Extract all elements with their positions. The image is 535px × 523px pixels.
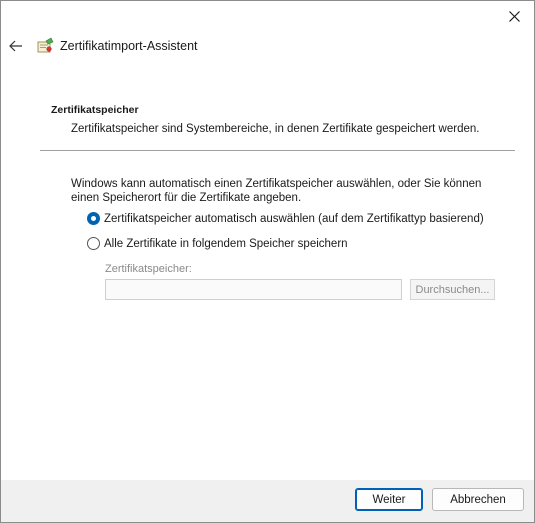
close-button[interactable]	[494, 1, 534, 31]
radio-manual-store-indicator[interactable]	[87, 237, 100, 250]
back-arrow-icon	[9, 40, 22, 52]
header-divider	[40, 150, 515, 151]
cancel-button[interactable]: Abbrechen	[432, 488, 524, 511]
radio-auto-store-indicator[interactable]	[87, 212, 100, 225]
window-title: Zertifikatimport-Assistent	[60, 39, 198, 53]
next-button[interactable]: Weiter	[355, 488, 423, 511]
back-button[interactable]	[6, 37, 26, 55]
radio-manual-store[interactable]: Alle Zertifikate in folgendem Speicher s…	[87, 237, 348, 250]
wizard-window: Zertifikatimport-Assistent Zertifikatspe…	[0, 0, 535, 523]
intro-text: Windows kann automatisch einen Zertifika…	[71, 178, 482, 204]
section-description: Zertifikatspeicher sind Systembereiche, …	[71, 123, 480, 135]
wizard-footer: Weiter Abbrechen	[1, 480, 534, 522]
wizard-header: Zertifikatimport-Assistent	[1, 31, 534, 63]
radio-manual-store-label: Alle Zertifikate in folgendem Speicher s…	[104, 237, 348, 250]
browse-button: Durchsuchen...	[410, 279, 495, 300]
radio-auto-store[interactable]: Zertifikatspeicher automatisch auswählen…	[87, 212, 484, 225]
store-input	[105, 279, 402, 300]
section-heading: Zertifikatspeicher	[51, 104, 139, 116]
certificate-wizard-icon	[37, 37, 54, 53]
store-field-label: Zertifikatspeicher:	[105, 263, 192, 275]
close-icon	[508, 10, 520, 22]
radio-auto-store-label: Zertifikatspeicher automatisch auswählen…	[104, 212, 484, 225]
